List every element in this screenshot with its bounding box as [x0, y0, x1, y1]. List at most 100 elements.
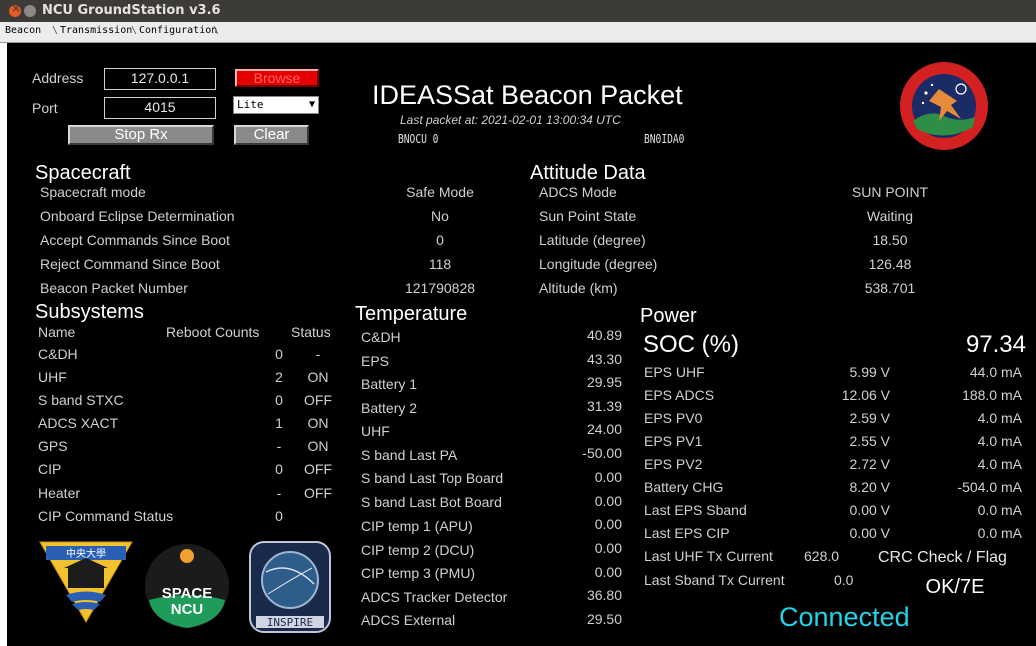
minimize-icon[interactable] — [24, 5, 36, 17]
attitude-label: ADCS Mode — [539, 184, 617, 200]
power-label: EPS PV0 — [644, 410, 703, 426]
address-field[interactable]: 127.0.0.1 — [104, 68, 216, 90]
browse-button[interactable]: Browse — [235, 69, 319, 87]
mode-select[interactable]: Lite ▼ — [233, 96, 319, 114]
temperature-label: S band Last PA — [361, 447, 458, 463]
power-label: EPS UHF — [644, 364, 705, 380]
callsign-to: BN0IDA0 — [644, 132, 685, 146]
attitude-value: 126.48 — [868, 256, 912, 272]
temperature-value: 43.30 — [586, 351, 622, 367]
subsystems-col-reboot: Reboot Counts — [166, 324, 260, 340]
tab-transmission[interactable]: Transmission — [60, 25, 132, 36]
spacecraft-title: Spacecraft — [35, 162, 131, 184]
temperature-value: 31.39 — [586, 398, 622, 414]
uhf-tx-label: Last UHF Tx Current — [644, 548, 773, 564]
temperature-label: ADCS Tracker Detector — [361, 589, 508, 605]
subsystem-status: - — [315, 346, 321, 362]
callsign-from: BNOCU 0 — [398, 132, 439, 146]
subsystems-col-name: Name — [38, 324, 76, 340]
subsystems-title: Subsystems — [35, 301, 144, 323]
page-title: IDEASSat Beacon Packet — [372, 80, 683, 110]
spacecraft-value: 118 — [428, 256, 452, 272]
temperature-value: 0.00 — [594, 516, 622, 532]
space-ncu-logo: SPACE NCU — [145, 544, 229, 628]
subsystem-reboot: 1 — [275, 415, 283, 431]
subsystem-name: S band STXC — [38, 392, 124, 408]
clear-button[interactable]: Clear — [234, 125, 309, 145]
subsystem-status: ON — [307, 415, 329, 431]
power-current: 4.0 mA — [977, 433, 1022, 449]
temperature-label: Battery 2 — [361, 400, 418, 416]
power-current: 4.0 mA — [977, 456, 1022, 472]
power-label: EPS PV1 — [644, 433, 703, 449]
last-packet-time: Last packet at: 2021-02-01 13:00:34 UTC — [400, 113, 621, 127]
power-voltage: 8.20 V — [849, 479, 890, 495]
power-label: Last EPS CIP — [644, 525, 730, 541]
attitude-label: Longitude (degree) — [539, 256, 658, 272]
port-label: Port — [32, 100, 58, 116]
tab-configuration[interactable]: Configuration — [139, 25, 217, 36]
temperature-value: 24.00 — [586, 421, 622, 437]
subsystem-reboot: 2 — [275, 369, 283, 385]
spacecraft-value: 121790828 — [404, 280, 476, 296]
temperature-value: -50.00 — [582, 445, 622, 461]
power-current: -504.0 mA — [957, 479, 1022, 495]
power-label: Battery CHG — [644, 479, 724, 495]
attitude-label: Sun Point State — [539, 208, 637, 224]
connection-status: Connected — [779, 602, 910, 632]
temperature-value: 0.00 — [594, 564, 622, 580]
stop-rx-button[interactable]: Stop Rx — [68, 125, 214, 145]
inspire-logo: INSPIRE — [249, 541, 331, 633]
temperature-value: 29.50 — [586, 611, 622, 627]
power-current: 44.0 mA — [969, 364, 1022, 380]
spacecraft-value: No — [431, 208, 449, 224]
temperature-label: CIP temp 1 (APU) — [361, 518, 473, 534]
spacecraft-label: Reject Command Since Boot — [40, 256, 220, 272]
svg-text:INSPIRE: INSPIRE — [267, 616, 313, 629]
spacecraft-label: Beacon Packet Number — [40, 280, 188, 296]
subsystem-status: OFF — [304, 485, 332, 501]
soc-value: 97.34 — [965, 331, 1026, 358]
temperature-value: 0.00 — [594, 493, 622, 509]
temperature-label: S band Last Bot Board — [361, 494, 502, 510]
subsystems-col-status: Status — [291, 324, 331, 340]
window-titlebar: NCU GroundStation v3.6 — [0, 0, 1036, 22]
subsystem-reboot: 0 — [275, 392, 283, 408]
port-field[interactable]: 4015 — [104, 97, 216, 119]
power-voltage: 2.59 V — [849, 410, 890, 426]
attitude-value: SUN POINT — [851, 184, 929, 200]
close-icon[interactable] — [9, 1, 21, 17]
power-current: 0.0 mA — [977, 525, 1022, 541]
power-voltage: 2.72 V — [849, 456, 890, 472]
subsystem-name: GPS — [38, 438, 68, 454]
subsystem-reboot: 0 — [275, 461, 283, 477]
attitude-label: Latitude (degree) — [539, 232, 646, 248]
power-label: EPS ADCS — [644, 387, 715, 403]
subsystem-reboot: 0 — [275, 508, 283, 524]
attitude-value: 18.50 — [872, 232, 908, 248]
attitude-label: Altitude (km) — [539, 280, 618, 296]
tab-beacon[interactable]: Beacon — [5, 25, 41, 36]
spacecraft-label: Accept Commands Since Boot — [40, 232, 230, 248]
spacecraft-value: 0 — [436, 232, 444, 248]
temperature-label: EPS — [361, 353, 390, 369]
crc-value: OK/7E — [925, 576, 985, 598]
spacecraft-label: Onboard Eclipse Determination — [40, 208, 235, 224]
subsystem-reboot: - — [276, 438, 282, 454]
power-voltage: 5.99 V — [849, 364, 890, 380]
power-current: 4.0 mA — [977, 410, 1022, 426]
chevron-down-icon: ▼ — [308, 99, 315, 110]
address-label: Address — [32, 70, 84, 86]
temperature-label: UHF — [361, 423, 390, 439]
temperature-label: Battery 1 — [361, 376, 418, 392]
attitude-title: Attitude Data — [530, 162, 646, 184]
temperature-label: CIP temp 3 (PMU) — [361, 565, 476, 581]
subsystem-reboot: 0 — [275, 346, 283, 362]
sband-tx-label: Last Sband Tx Current — [644, 572, 785, 588]
power-voltage: 0.00 V — [849, 502, 890, 518]
temperature-value: 0.00 — [594, 540, 622, 556]
spacecraft-label: Spacecraft mode — [40, 184, 146, 200]
temperature-value: 36.80 — [586, 587, 622, 603]
power-title: Power — [640, 305, 697, 327]
subsystem-status: OFF — [304, 461, 332, 477]
